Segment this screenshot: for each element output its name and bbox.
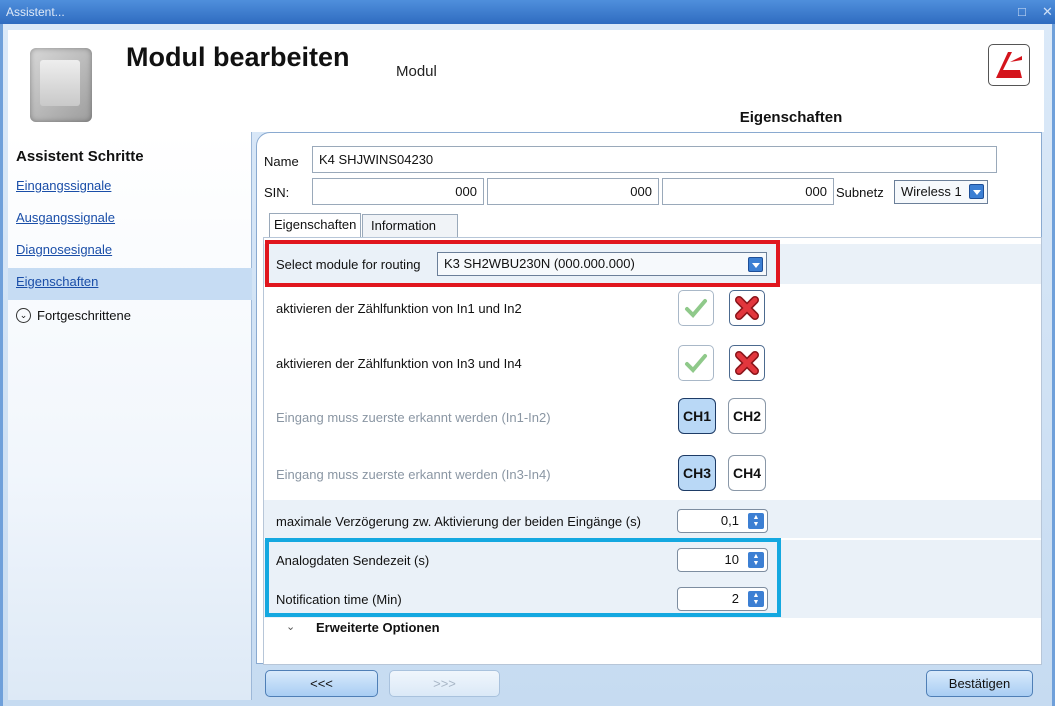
highlight-timing	[265, 538, 781, 617]
count34-label: aktivieren der Zählfunktion von In3 und …	[276, 356, 522, 371]
enable-count34-button[interactable]	[678, 345, 714, 381]
sidebar-item-fortgeschrittene[interactable]: ⌄ Fortgeschrittene	[16, 308, 131, 323]
checkmark-icon	[685, 354, 707, 373]
delay-value: 0,1	[720, 513, 739, 528]
first12-label: Eingang muss zuerste erkannt werden (In1…	[276, 410, 551, 425]
first34-label: Eingang muss zuerste erkannt werden (In3…	[276, 467, 551, 482]
section-tab: Eigenschaften	[608, 106, 974, 132]
delay-label: maximale Verzögerung zw. Aktivierung der…	[276, 514, 641, 529]
chevron-down-icon: ⌄	[16, 308, 31, 323]
cross-icon	[735, 351, 759, 375]
close-icon[interactable]: ✕	[1042, 4, 1053, 20]
sidebar-item-label[interactable]: Ausgangssignale	[16, 210, 115, 225]
enable-count12-button[interactable]	[678, 290, 714, 326]
disable-count12-button[interactable]	[729, 290, 765, 326]
confirm-button[interactable]: Bestätigen	[926, 670, 1033, 697]
sidebar-item-label: Fortgeschrittene	[37, 308, 131, 323]
name-field[interactable]: K4 SHJWINS04230	[312, 146, 997, 173]
tab-information[interactable]: Information	[362, 214, 458, 238]
ch2-button[interactable]: CH2	[728, 398, 766, 434]
chevron-down-icon[interactable]: ⌄	[286, 620, 295, 633]
advanced-options-toggle[interactable]: Erweiterte Optionen	[316, 620, 440, 635]
sin-field-3[interactable]: 000	[662, 178, 834, 205]
sidebar-item-label[interactable]: Diagnosesignale	[16, 242, 112, 257]
subnet-select[interactable]: Wireless 1	[894, 180, 988, 204]
disable-count34-button[interactable]	[729, 345, 765, 381]
highlight-routing	[265, 240, 780, 287]
checkmark-icon	[685, 299, 707, 318]
tab-eigenschaften[interactable]: Eigenschaften	[269, 213, 361, 237]
cross-icon	[735, 296, 759, 320]
maximize-icon[interactable]: □	[1018, 4, 1026, 19]
chevron-down-icon	[969, 184, 984, 199]
sidebar-item-label[interactable]: Eingangssignale	[16, 178, 111, 193]
sidebar-title: Assistent Schritte	[16, 148, 144, 165]
sidebar-item-label[interactable]: Eigenschaften	[16, 274, 98, 289]
back-button[interactable]: <<<	[265, 670, 378, 697]
sidebar-item-eigenschaften[interactable]: Eigenschaften	[8, 268, 252, 300]
app-logo-icon	[988, 44, 1030, 86]
sin-label: SIN:	[264, 185, 290, 200]
sidebar: Assistent Schritte Eingangssignale Ausga…	[8, 132, 252, 700]
ch3-button[interactable]: CH3	[678, 455, 716, 491]
ch1-button[interactable]: CH1	[678, 398, 716, 434]
page-subtitle: Modul	[396, 63, 437, 80]
name-label: Name	[264, 154, 299, 169]
subnet-value: Wireless 1	[901, 184, 962, 199]
title-bar: Assistent... □ ✕	[0, 0, 1055, 24]
ch4-button[interactable]: CH4	[728, 455, 766, 491]
page-title: Modul bearbeiten	[126, 42, 350, 72]
count12-label: aktivieren der Zählfunktion von In1 und …	[276, 301, 522, 316]
sidebar-item-ausgangssignale[interactable]: Ausgangssignale	[8, 204, 252, 236]
next-button[interactable]: >>>	[389, 670, 500, 697]
header: Modul bearbeiten Modul Eigenschaften	[8, 30, 1044, 132]
module-image	[30, 48, 92, 122]
subnet-label: Subnetz	[836, 185, 884, 200]
sidebar-item-eingangssignale[interactable]: Eingangssignale	[8, 172, 252, 204]
stepper-arrows-icon[interactable]: ▲ ▼	[748, 513, 764, 529]
window-title: Assistent...	[6, 5, 65, 19]
sidebar-item-diagnosesignale[interactable]: Diagnosesignale	[8, 236, 252, 268]
sin-field-1[interactable]: 000	[312, 178, 484, 205]
delay-stepper[interactable]: 0,1 ▲ ▼	[677, 509, 768, 533]
sin-field-2[interactable]: 000	[487, 178, 659, 205]
